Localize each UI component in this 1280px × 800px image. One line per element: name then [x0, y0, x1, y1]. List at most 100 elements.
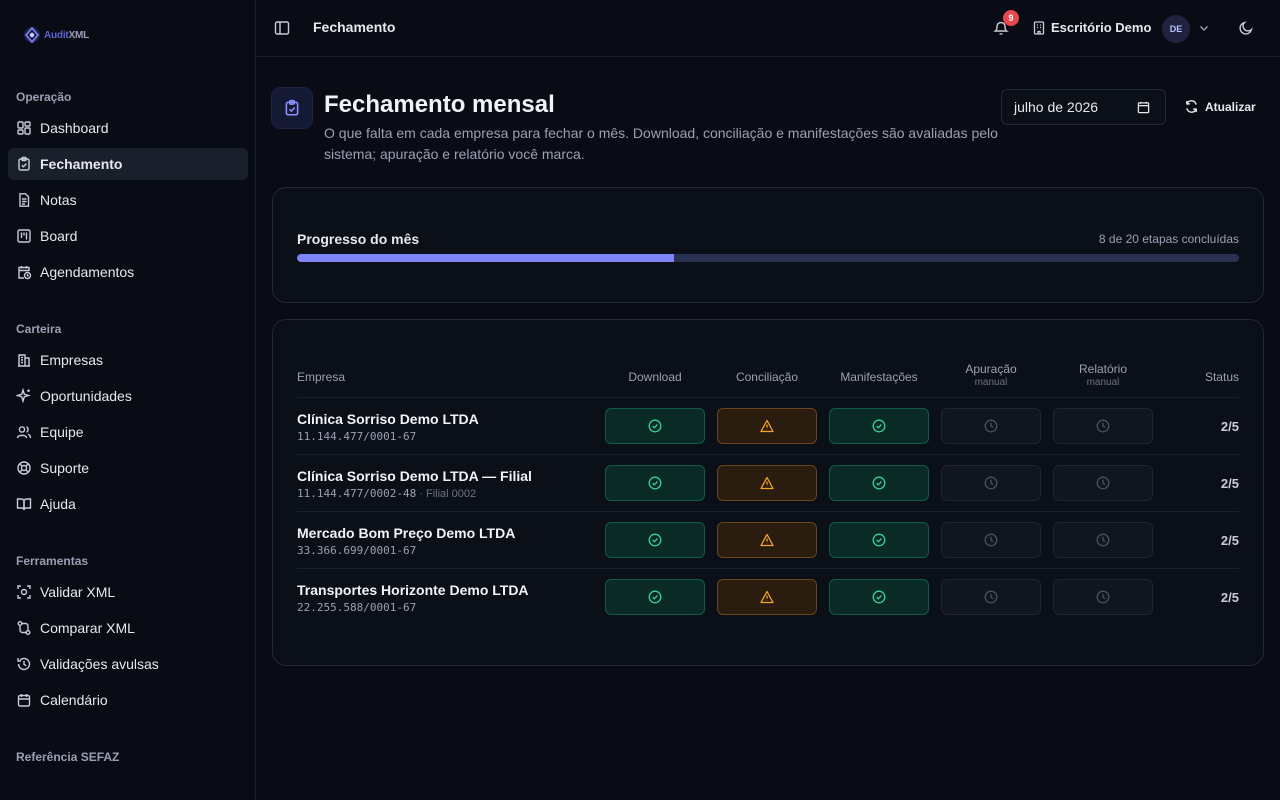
company-cnpj: 11.144.477/0002-48 · Filial 0002 [297, 487, 476, 500]
step-cell-download[interactable] [605, 522, 705, 558]
sidebar-item-label: Dashboard [40, 120, 109, 136]
table-row[interactable]: Clínica Sorriso Demo LTDA 11.144.477/0001… [297, 397, 1239, 454]
sidebar-item-notas[interactable]: Notas [8, 184, 248, 216]
table-row[interactable]: Mercado Bom Preço Demo LTDA 33.366.699/00… [297, 511, 1239, 568]
sidebar-item-label: Validar XML [40, 584, 116, 600]
logo-text-a: Audit [44, 29, 69, 41]
moon-icon[interactable] [1238, 20, 1254, 36]
app-logo[interactable]: AuditXML [22, 25, 89, 45]
sidebar-item-suporte[interactable]: Suporte [8, 452, 248, 484]
sidebar-item-validar-xml[interactable]: Validar XML [8, 576, 248, 608]
status-count: 2/5 [1220, 476, 1239, 491]
scan-icon [17, 585, 31, 599]
refresh-button[interactable]: Atualizar [1184, 99, 1256, 114]
company-cnpj: 33.366.699/0001-67 [297, 544, 416, 557]
step-cell-conciliacao[interactable] [717, 522, 817, 558]
column-header-conciliacao: Conciliação [735, 370, 799, 384]
section-title: Operação [16, 90, 72, 104]
office-name: Escritório Demo [1051, 20, 1152, 35]
sidebar-item-dashboard[interactable]: Dashboard [8, 112, 248, 144]
git-compare-icon [17, 621, 31, 635]
check-circle-icon [872, 419, 886, 433]
calendar-clock-icon [18, 266, 32, 280]
progress-fill [297, 254, 674, 262]
section-title: Carteira [16, 322, 62, 336]
step-cell-apuracao[interactable] [941, 408, 1041, 444]
sidebar-item-oportunidades[interactable]: Oportunidades [8, 380, 248, 412]
avatar[interactable]: DE [1162, 15, 1190, 43]
sidebar-item-agendamentos[interactable]: Agendamentos [8, 256, 248, 288]
step-cell-apuracao[interactable] [941, 579, 1041, 615]
step-cell-conciliacao[interactable] [717, 408, 817, 444]
cnpj-value: 33.366.699/0001-67 [297, 544, 417, 557]
sidebar-item-calendario[interactable]: Calendário [8, 684, 248, 716]
step-cell-manifestacoes[interactable] [829, 579, 929, 615]
logo-text-b: XML [68, 29, 90, 41]
sidebar-item-comparar-xml[interactable]: Comparar XML [8, 612, 248, 644]
company-name[interactable]: Transportes Horizonte Demo LTDA [297, 582, 529, 598]
table-row[interactable]: Clínica Sorriso Demo LTDA — Filial 11.144… [297, 454, 1239, 511]
file-text-icon [19, 193, 30, 207]
step-cell-apuracao[interactable] [941, 522, 1041, 558]
sidebar-item-fechamento[interactable]: Fechamento [8, 148, 248, 180]
company-cnpj: 22.255.588/0001-67 [297, 601, 416, 614]
clock-icon [1096, 419, 1110, 433]
step-cell-download[interactable] [605, 465, 705, 501]
month-picker[interactable]: julho de 2026 [1001, 89, 1166, 125]
sidebar-toggle-icon[interactable] [274, 20, 290, 36]
users-icon [16, 426, 32, 439]
clock-icon [984, 476, 998, 490]
calendar-icon[interactable] [1137, 101, 1150, 114]
step-cell-relatorio[interactable] [1053, 579, 1153, 615]
notification-badge: 9 [1003, 10, 1019, 26]
step-cell-manifestacoes[interactable] [829, 465, 929, 501]
step-cell-download[interactable] [605, 408, 705, 444]
step-cell-conciliacao[interactable] [717, 465, 817, 501]
clock-icon [984, 533, 998, 547]
company-name[interactable]: Clínica Sorriso Demo LTDA [297, 411, 479, 427]
column-header-status: Status [1204, 370, 1239, 384]
building-icon [18, 354, 30, 367]
column-header-sub: manual [1086, 377, 1120, 388]
office-selector[interactable]: Escritório Demo [1033, 20, 1151, 35]
company-name[interactable]: Clínica Sorriso Demo LTDA — Filial [297, 468, 532, 484]
nav-section-referencia-sefaz: Referência SEFAZ [0, 748, 255, 766]
cnpj-value: 22.255.588/0001-67 [297, 601, 417, 614]
sidebar-item-label: Comparar XML [40, 620, 135, 636]
step-cell-manifestacoes[interactable] [829, 522, 929, 558]
check-circle-icon [872, 590, 886, 604]
nav-section-carteira: Carteira Empresas Oportunidades Equipe S… [0, 320, 255, 520]
company-name[interactable]: Mercado Bom Preço Demo LTDA [297, 525, 515, 541]
column-header-empresa: Empresa [297, 370, 346, 384]
warning-triangle-icon [760, 533, 774, 547]
column-header-sub: manual [974, 377, 1008, 388]
step-cell-apuracao[interactable] [941, 465, 1041, 501]
sidebar: AuditXML Operação Dashboard Fechamento N… [0, 0, 256, 800]
sidebar-item-validacoes-avulsas[interactable]: Validações avulsas [8, 648, 248, 680]
chevron-down-icon[interactable] [1198, 22, 1210, 34]
progress-bar [297, 254, 1239, 262]
sidebar-item-board[interactable]: Board [8, 220, 248, 252]
topbar-title: Fechamento [313, 19, 396, 35]
nav-section-operacao: Operação Dashboard Fechamento Notas Boar… [0, 88, 255, 288]
warning-triangle-icon [760, 590, 774, 604]
step-cell-conciliacao[interactable] [717, 579, 817, 615]
step-cell-manifestacoes[interactable] [829, 408, 929, 444]
check-circle-icon [648, 590, 662, 604]
refresh-icon [1186, 100, 1197, 113]
step-cell-relatorio[interactable] [1053, 408, 1153, 444]
step-cell-relatorio[interactable] [1053, 465, 1153, 501]
sidebar-item-equipe[interactable]: Equipe [8, 416, 248, 448]
clock-icon [1096, 533, 1110, 547]
table-row[interactable]: Transportes Horizonte Demo LTDA 22.255.58… [297, 568, 1239, 625]
step-cell-download[interactable] [605, 579, 705, 615]
clock-icon [984, 419, 998, 433]
sidebar-item-empresas[interactable]: Empresas [8, 344, 248, 376]
step-cell-relatorio[interactable] [1053, 522, 1153, 558]
check-circle-icon [872, 476, 886, 490]
section-title: Ferramentas [16, 554, 89, 568]
closing-table: Empresa Download Conciliação Manifestaçõ… [272, 319, 1264, 666]
column-header-label: Relatório [1078, 362, 1128, 376]
sidebar-item-ajuda[interactable]: Ajuda [8, 488, 248, 520]
sidebar-item-label: Fechamento [40, 156, 123, 172]
